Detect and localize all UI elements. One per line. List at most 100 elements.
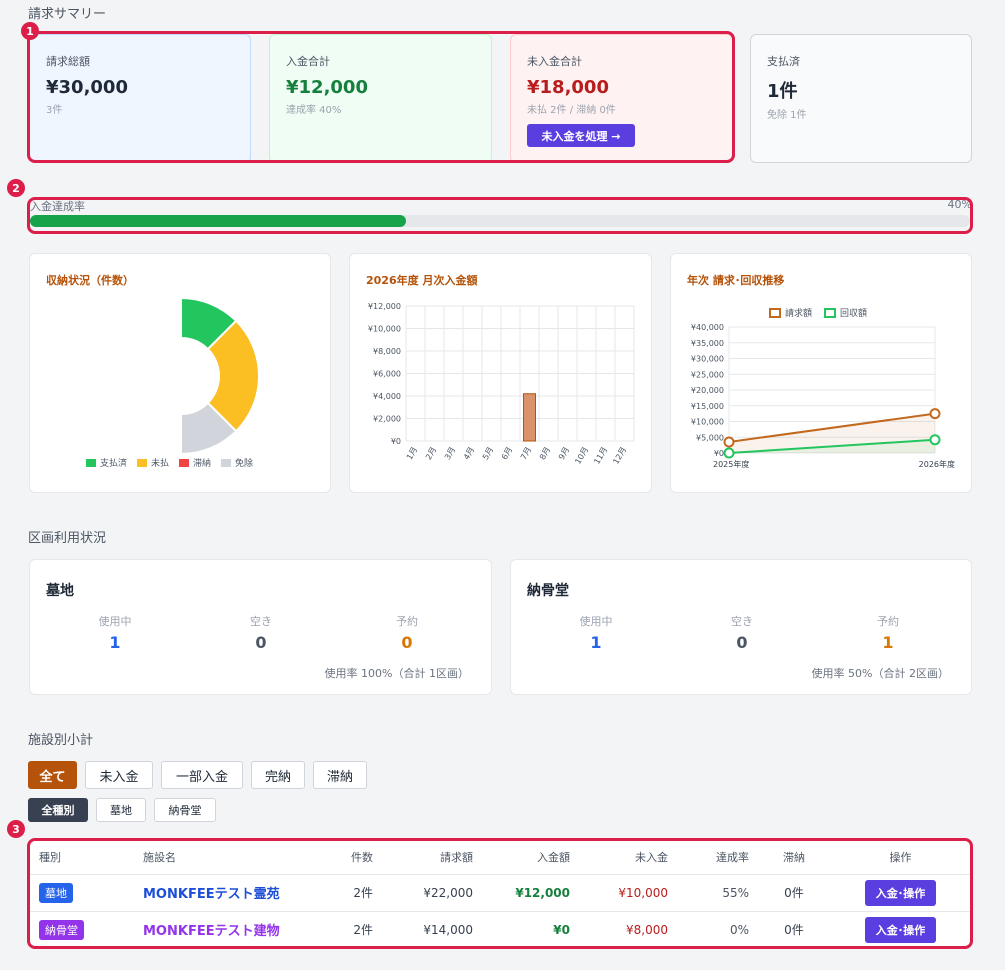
legend-label: 未払 (151, 459, 170, 469)
data-point (929, 434, 941, 446)
col-overdue: 滞納 (783, 850, 805, 864)
usage-free-label: 空き (731, 615, 753, 628)
col-name: 施設名 (143, 850, 176, 864)
legend-swatch (86, 458, 96, 467)
col-billed: 請求額 (440, 850, 473, 864)
filter-complete[interactable]: 完納 (251, 761, 305, 789)
usage-free-value: 0 (255, 633, 267, 652)
summary-card-paid: 入金合計 ¥12,000 達成率 40% (269, 34, 492, 163)
col-rate: 達成率 (716, 850, 749, 864)
usage-card-name: 墓地 (46, 583, 74, 599)
cell-unpaid: ¥10,000 (580, 873, 678, 911)
type-graves[interactable]: 墓地 (96, 798, 146, 822)
y-tick-label: ¥20,000 (691, 386, 724, 395)
usage-card-name: 納骨堂 (527, 583, 569, 599)
facility-table-wrap: 種別 施設名 件数 請求額 入金額 未入金 達成率 滞納 操作 墓地 MONKF… (29, 840, 972, 948)
usage-reserved-value: 0 (401, 633, 413, 652)
type-all[interactable]: 全種別 (28, 798, 88, 822)
y-tick-label: ¥40,000 (691, 323, 724, 332)
x-tick-label: 2025年度 (713, 459, 749, 469)
legend-item: 免除 (221, 456, 253, 469)
usage-card-graves: 墓地 使用中 1 空き 0 予約 0 使用率 100%（合計 1区画） (29, 559, 492, 695)
cell-unpaid: ¥8,000 (580, 910, 678, 948)
y-tick-label: ¥12,000 (368, 302, 401, 311)
y-tick-label: ¥6,000 (373, 370, 401, 379)
bar-chart-card: 2026年度 月次入金額 ¥0 ¥2,000 ¥4,000 ¥6,000 ¥8,000 ¥… (349, 253, 652, 493)
cell-action: 入金･操作 (829, 873, 972, 911)
x-tick-label: 4月 (462, 446, 476, 462)
type-columbarium[interactable]: 納骨堂 (154, 798, 216, 822)
usage-reserved-value: 1 (882, 633, 894, 652)
usage-reserved-label: 予約 (877, 615, 899, 628)
x-tick-label: 3月 (443, 446, 457, 462)
cell-count: 2件 (313, 910, 383, 948)
legend-item: 未払 (137, 456, 169, 469)
line-chart-card: 年次 請求･回収推移 請求額 回収額 ¥0 ¥5,000 ¥10,000 ¥15,00… (670, 253, 972, 493)
facility-name-link[interactable]: MONKFEEテスト建物 (133, 910, 313, 948)
payment-action-button[interactable]: 入金･操作 (864, 916, 937, 943)
usage-reserved-label: 予約 (396, 615, 418, 628)
cell-billed: ¥14,000 (383, 910, 483, 948)
marker-1: 1 (21, 22, 39, 40)
data-point (723, 436, 735, 448)
legend-swatch (221, 458, 232, 467)
cell-paid: ¥12,000 (483, 873, 580, 911)
filter-overdue[interactable]: 滞納 (313, 761, 367, 789)
summary-sub: 3件 (46, 105, 63, 116)
x-tick-label: 5月 (481, 446, 495, 462)
summary-sub: 未払 2件 / 滞納 0件 (527, 105, 616, 116)
cell-rate: 0% (678, 910, 759, 948)
facility-name-link[interactable]: MONKFEEテスト霊苑 (133, 873, 313, 911)
donut-chart-card: 収納状況（件数） 支払済 未払 滞納 免除 (29, 253, 331, 493)
usage-in-use-label: 使用中 (98, 615, 132, 628)
y-tick-label: ¥10,000 (368, 325, 401, 334)
usage-footer: 使用率 100%（合計 1区画） (324, 667, 469, 680)
legend-item: 支払済 (86, 456, 127, 469)
y-tick-label: ¥30,000 (691, 355, 724, 364)
marker-3: 3 (7, 820, 25, 838)
y-tick-label: ¥0 (714, 449, 724, 458)
summary-card-total: 請求総額 ¥30,000 3件 (29, 34, 251, 163)
usage-card-columbarium: 納骨堂 使用中 1 空き 0 予約 1 使用率 50%（合計 2区画） (510, 559, 972, 695)
summary-sub: 達成率 40% (286, 105, 342, 116)
usage-footer: 使用率 50%（合計 2区画） (811, 667, 949, 680)
data-point (723, 447, 735, 459)
x-tick-label: 9月 (557, 446, 571, 462)
filter-partial[interactable]: 一部入金 (161, 761, 243, 789)
cell-overdue: 0件 (759, 873, 829, 911)
y-tick-label: ¥2,000 (373, 415, 401, 424)
filter-unpaid[interactable]: 未入金 (85, 761, 153, 789)
bar-chart: ¥0 ¥2,000 ¥4,000 ¥6,000 ¥8,000 ¥10,000 ¥12,000… (368, 302, 635, 466)
x-tick-label: 2026年度 (919, 459, 955, 469)
usage-in-use-label: 使用中 (579, 615, 613, 628)
bar (523, 393, 536, 442)
y-tick-label: ¥35,000 (691, 339, 724, 348)
line-chart: ¥0 ¥5,000 ¥10,000 ¥15,000 ¥20,000 ¥25,000 ¥30,… (691, 323, 955, 469)
filter-all[interactable]: 全て (28, 761, 77, 789)
summary-label: 入金合計 (286, 55, 330, 68)
cell-action: 入金･操作 (829, 910, 972, 948)
cell-rate: 55% (678, 873, 759, 911)
progress-track (30, 215, 970, 227)
cell-paid: ¥0 (483, 910, 580, 948)
summary-label: 請求総額 (46, 55, 90, 68)
legend-swatch (179, 458, 190, 467)
usage-free-label: 空き (250, 615, 272, 628)
data-point (929, 408, 941, 420)
x-tick-label: 12月 (611, 446, 628, 466)
y-tick-label: ¥25,000 (691, 370, 724, 379)
col-action: 操作 (889, 850, 912, 864)
process-unpaid-button[interactable]: 未入金を処理 → (527, 124, 635, 147)
usage-free: 空き 0 (692, 613, 792, 652)
summary-label: 支払済 (767, 55, 800, 68)
table-row: 納骨堂 MONKFEEテスト建物 2件 ¥14,000 ¥0 ¥8,000 0%… (29, 910, 972, 948)
table-row: 墓地 MONKFEEテスト霊苑 2件 ¥22,000 ¥12,000 ¥10,0… (29, 873, 972, 911)
payment-action-button[interactable]: 入金･操作 (864, 879, 937, 906)
summary-label: 未入金合計 (527, 55, 582, 68)
x-tick-label: 1月 (405, 446, 419, 462)
x-tick-label: 2月 (424, 446, 438, 462)
cell-type: 墓地 (29, 873, 133, 911)
table-header-row: 種別 施設名 件数 請求額 入金額 未入金 達成率 滞納 操作 (29, 840, 972, 874)
usage-in-use-value: 1 (590, 633, 602, 652)
x-tick-label: 10月 (573, 446, 590, 466)
